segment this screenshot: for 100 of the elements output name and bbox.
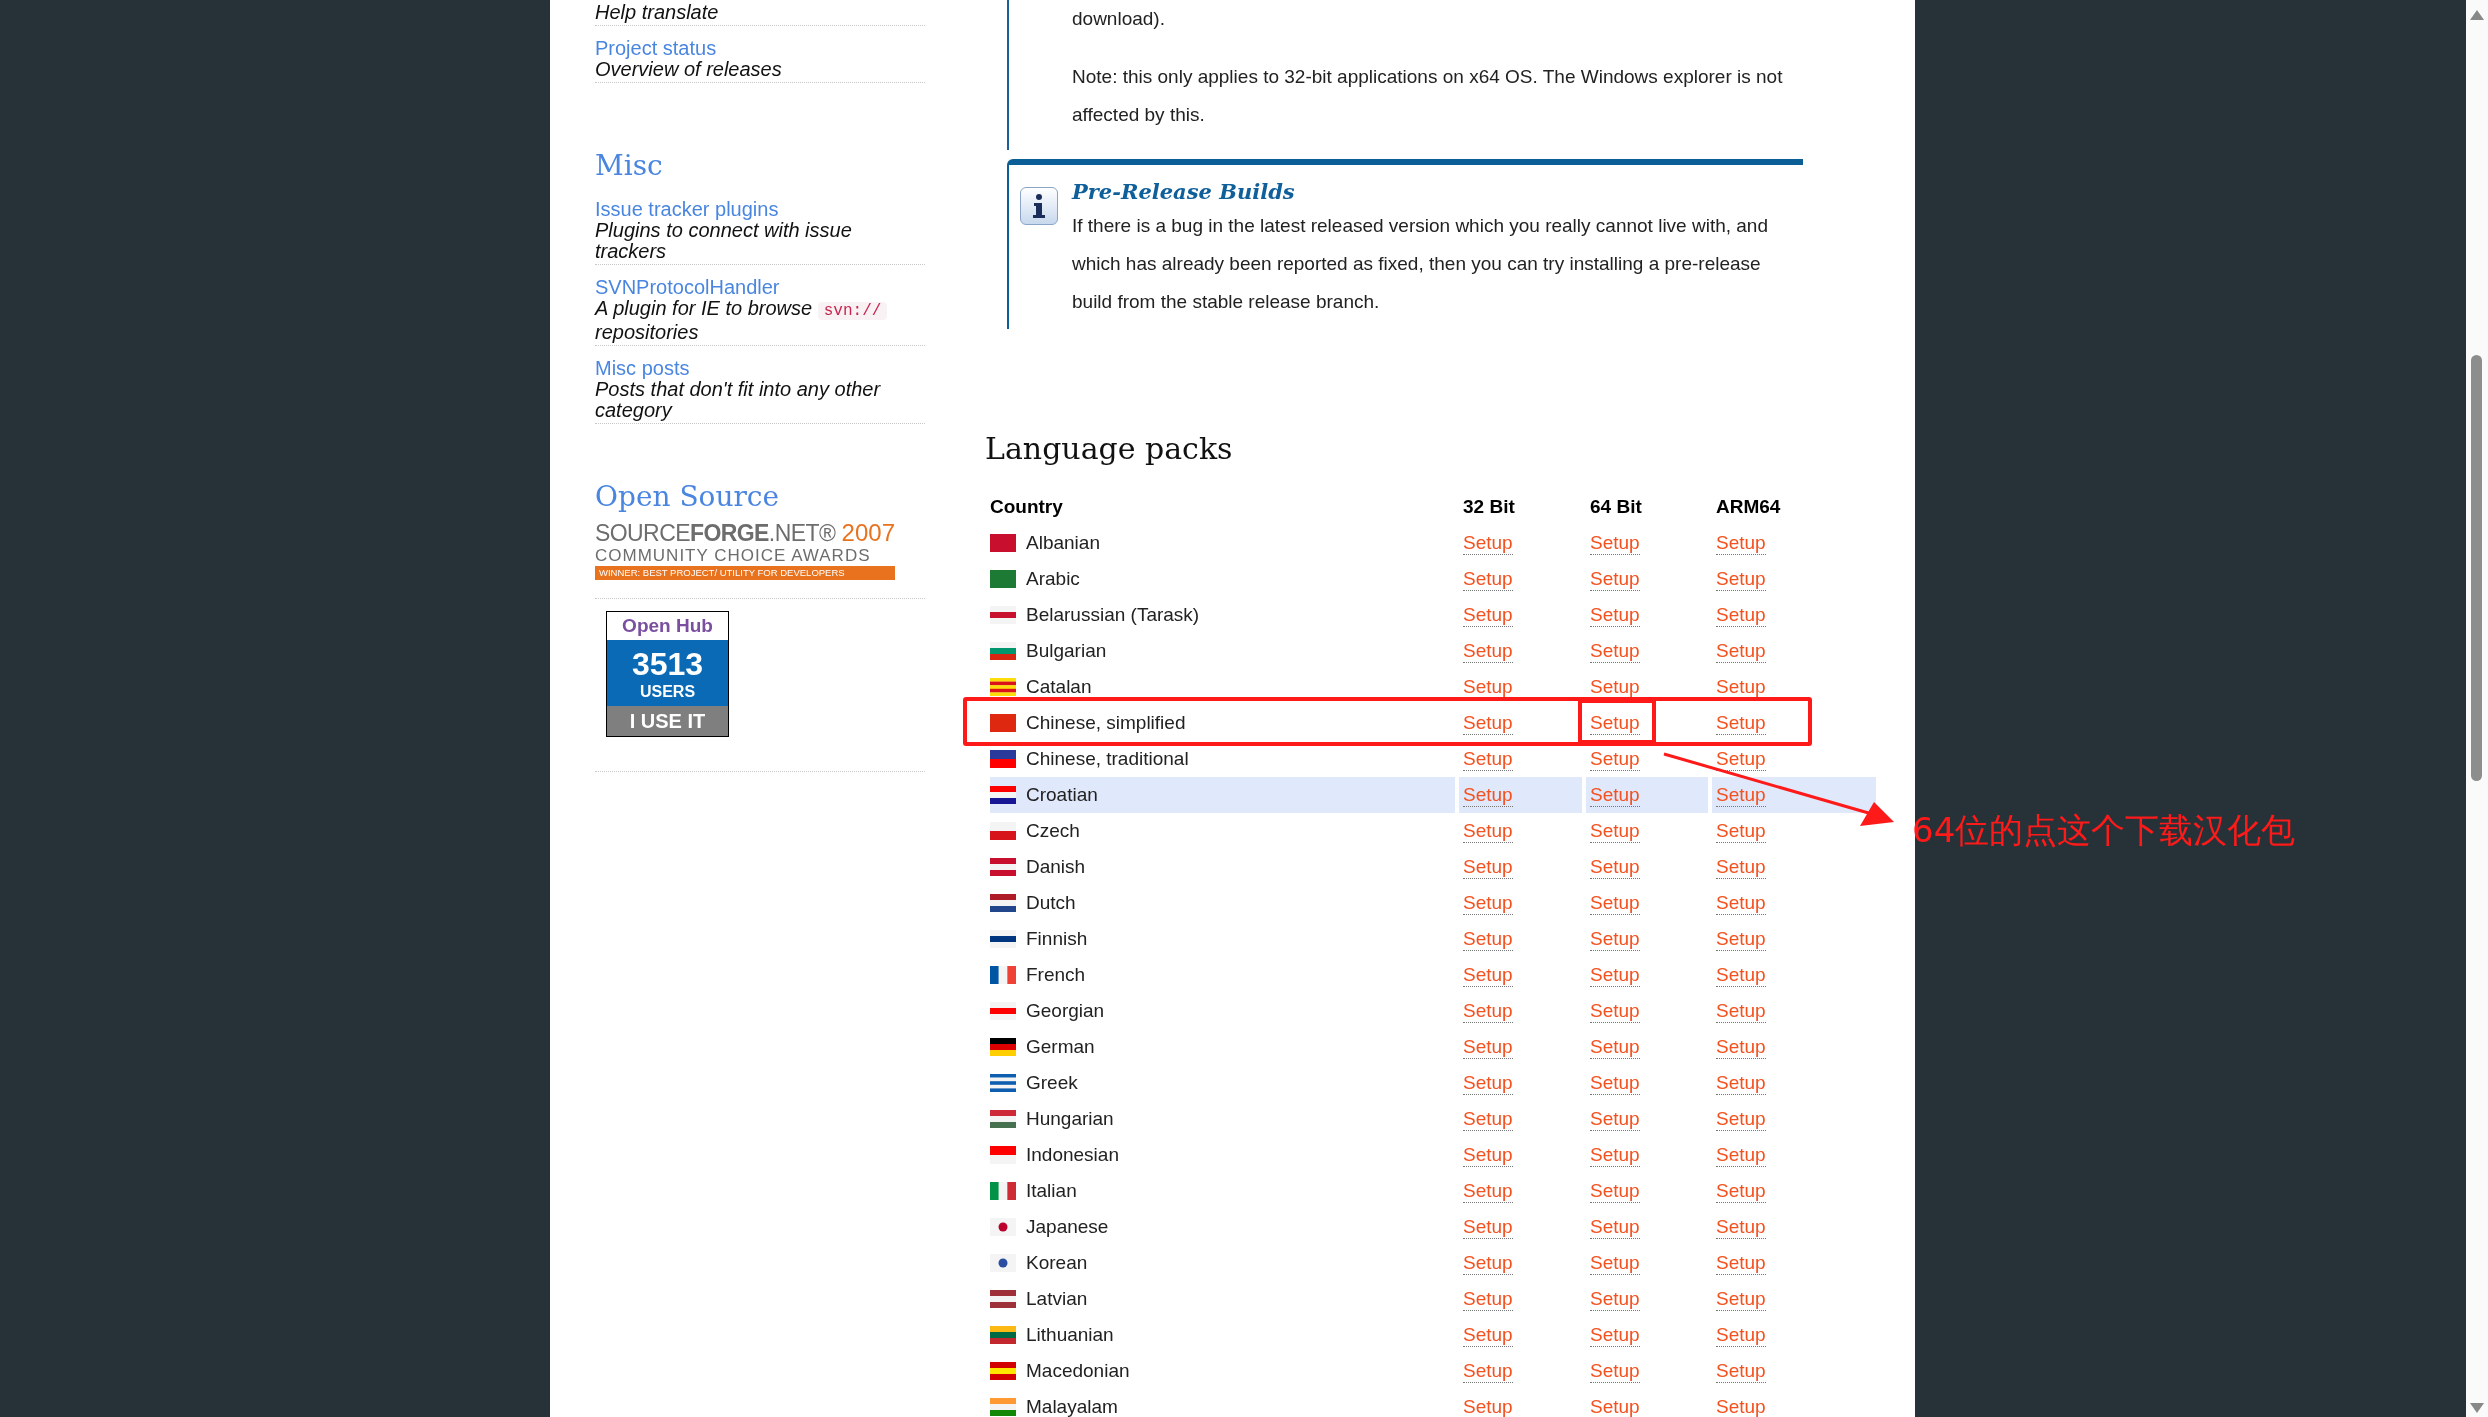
setup-link[interactable]: Setup: [1463, 603, 1513, 627]
flag-icon: [990, 930, 1016, 948]
users-badge[interactable]: Open Hub 3513 USERS I USE IT: [606, 611, 729, 737]
setup-link[interactable]: Setup: [1590, 891, 1640, 915]
setup-link[interactable]: Setup: [1716, 1251, 1766, 1275]
setup-link[interactable]: Setup: [1590, 1395, 1640, 1417]
setup-link[interactable]: Setup: [1716, 1143, 1766, 1167]
sidebar-link[interactable]: Project status: [595, 38, 717, 59]
setup-link[interactable]: Setup: [1590, 1287, 1640, 1311]
section-heading: Open Source: [595, 480, 781, 514]
award-brand: SOURCEFORGE.NET®: [595, 520, 836, 546]
scroll-down-icon[interactable]: [2470, 1403, 2484, 1413]
setup-link[interactable]: Setup: [1463, 1071, 1513, 1095]
column-header: 64 Bit: [1589, 494, 1643, 519]
setup-link[interactable]: Setup: [1716, 855, 1766, 879]
setup-link[interactable]: Setup: [1463, 1215, 1513, 1239]
language-name: Bulgarian: [1026, 638, 1107, 663]
setup-link[interactable]: Setup: [1590, 1179, 1640, 1203]
setup-link[interactable]: Setup: [1590, 1071, 1640, 1095]
flag-icon: [990, 606, 1016, 624]
setup-link[interactable]: Setup: [1463, 1251, 1513, 1275]
link-description: Help translate: [595, 2, 720, 23]
language-name: Malayalam: [1026, 1394, 1118, 1417]
setup-link[interactable]: Setup: [1590, 711, 1640, 735]
flag-icon: [990, 1110, 1016, 1128]
setup-link[interactable]: Setup: [1716, 675, 1766, 699]
link-description: repositories: [595, 322, 700, 343]
setup-link[interactable]: Setup: [1590, 1107, 1640, 1131]
setup-link[interactable]: Setup: [1716, 1071, 1766, 1095]
setup-link[interactable]: Setup: [1463, 639, 1513, 663]
language-name: Dutch: [1026, 890, 1076, 915]
setup-link[interactable]: Setup: [1590, 963, 1640, 987]
setup-link[interactable]: Setup: [1463, 1395, 1513, 1417]
setup-link[interactable]: Setup: [1716, 963, 1766, 987]
setup-link[interactable]: Setup: [1716, 1395, 1766, 1417]
sidebar-link[interactable]: Issue tracker plugins: [595, 199, 779, 220]
setup-link[interactable]: Setup: [1590, 1215, 1640, 1239]
flag-icon: [990, 1326, 1016, 1344]
setup-link[interactable]: Setup: [1590, 1359, 1640, 1383]
setup-link[interactable]: Setup: [1463, 1287, 1513, 1311]
setup-link[interactable]: Setup: [1463, 747, 1513, 771]
setup-link[interactable]: Setup: [1463, 1143, 1513, 1167]
setup-link[interactable]: Setup: [1463, 927, 1513, 951]
setup-link[interactable]: Setup: [1590, 675, 1640, 699]
flag-icon: [990, 1074, 1016, 1092]
setup-link[interactable]: Setup: [1463, 1359, 1513, 1383]
setup-link[interactable]: Setup: [1716, 1287, 1766, 1311]
setup-link[interactable]: Setup: [1463, 963, 1513, 987]
setup-link[interactable]: Setup: [1463, 711, 1513, 735]
flag-icon: [990, 714, 1016, 732]
link-description: Overview of releases: [595, 59, 783, 80]
setup-link[interactable]: Setup: [1716, 1215, 1766, 1239]
setup-link[interactable]: Setup: [1716, 891, 1766, 915]
setup-link[interactable]: Setup: [1590, 639, 1640, 663]
language-name: Korean: [1026, 1250, 1088, 1275]
setup-link[interactable]: Setup: [1590, 1251, 1640, 1275]
setup-link[interactable]: Setup: [1463, 531, 1513, 555]
setup-link[interactable]: Setup: [1716, 531, 1766, 555]
paragraph: Note: this only applies to 32-bit applications on x64 OS. The Windows explorer is not affected by this.: [1072, 65, 1784, 127]
setup-link[interactable]: Setup: [1716, 1359, 1766, 1383]
setup-link[interactable]: Setup: [1590, 747, 1640, 771]
setup-link[interactable]: Setup: [1716, 1323, 1766, 1347]
language-name: Albanian: [1026, 530, 1100, 555]
setup-link[interactable]: Setup: [1716, 567, 1766, 591]
scrollbar[interactable]: [2466, 0, 2488, 1417]
setup-link[interactable]: Setup: [1716, 999, 1766, 1023]
setup-link[interactable]: Setup: [1463, 1035, 1513, 1059]
setup-link[interactable]: Setup: [1590, 1035, 1640, 1059]
setup-link[interactable]: Setup: [1463, 999, 1513, 1023]
setup-link[interactable]: Setup: [1716, 1107, 1766, 1131]
setup-link[interactable]: Setup: [1716, 711, 1766, 735]
setup-link[interactable]: Setup: [1590, 819, 1640, 843]
setup-link[interactable]: Setup: [1590, 567, 1640, 591]
setup-link[interactable]: Setup: [1590, 603, 1640, 627]
setup-link[interactable]: Setup: [1716, 1035, 1766, 1059]
setup-link[interactable]: Setup: [1716, 603, 1766, 627]
setup-link[interactable]: Setup: [1716, 819, 1766, 843]
setup-link[interactable]: Setup: [1590, 927, 1640, 951]
setup-link[interactable]: Setup: [1716, 747, 1766, 771]
setup-link[interactable]: Setup: [1716, 927, 1766, 951]
setup-link[interactable]: Setup: [1463, 1179, 1513, 1203]
setup-link[interactable]: Setup: [1590, 531, 1640, 555]
setup-link[interactable]: Setup: [1590, 999, 1640, 1023]
setup-link[interactable]: Setup: [1590, 1143, 1640, 1167]
setup-link[interactable]: Setup: [1716, 1179, 1766, 1203]
flag-icon: [990, 858, 1016, 876]
setup-link[interactable]: Setup: [1716, 639, 1766, 663]
setup-link[interactable]: Setup: [1463, 1107, 1513, 1131]
setup-link[interactable]: Setup: [1463, 675, 1513, 699]
setup-link[interactable]: Setup: [1463, 567, 1513, 591]
scroll-up-icon[interactable]: [2470, 10, 2484, 20]
sidebar-link[interactable]: Misc posts: [595, 358, 690, 379]
setup-link[interactable]: Setup: [1590, 855, 1640, 879]
setup-link[interactable]: Setup: [1463, 891, 1513, 915]
scrollbar-thumb[interactable]: [2471, 355, 2482, 781]
setup-link[interactable]: Setup: [1590, 1323, 1640, 1347]
setup-link[interactable]: Setup: [1463, 819, 1513, 843]
setup-link[interactable]: Setup: [1463, 1323, 1513, 1347]
sidebar-link[interactable]: SVNProtocolHandler: [595, 277, 780, 298]
setup-link[interactable]: Setup: [1463, 855, 1513, 879]
